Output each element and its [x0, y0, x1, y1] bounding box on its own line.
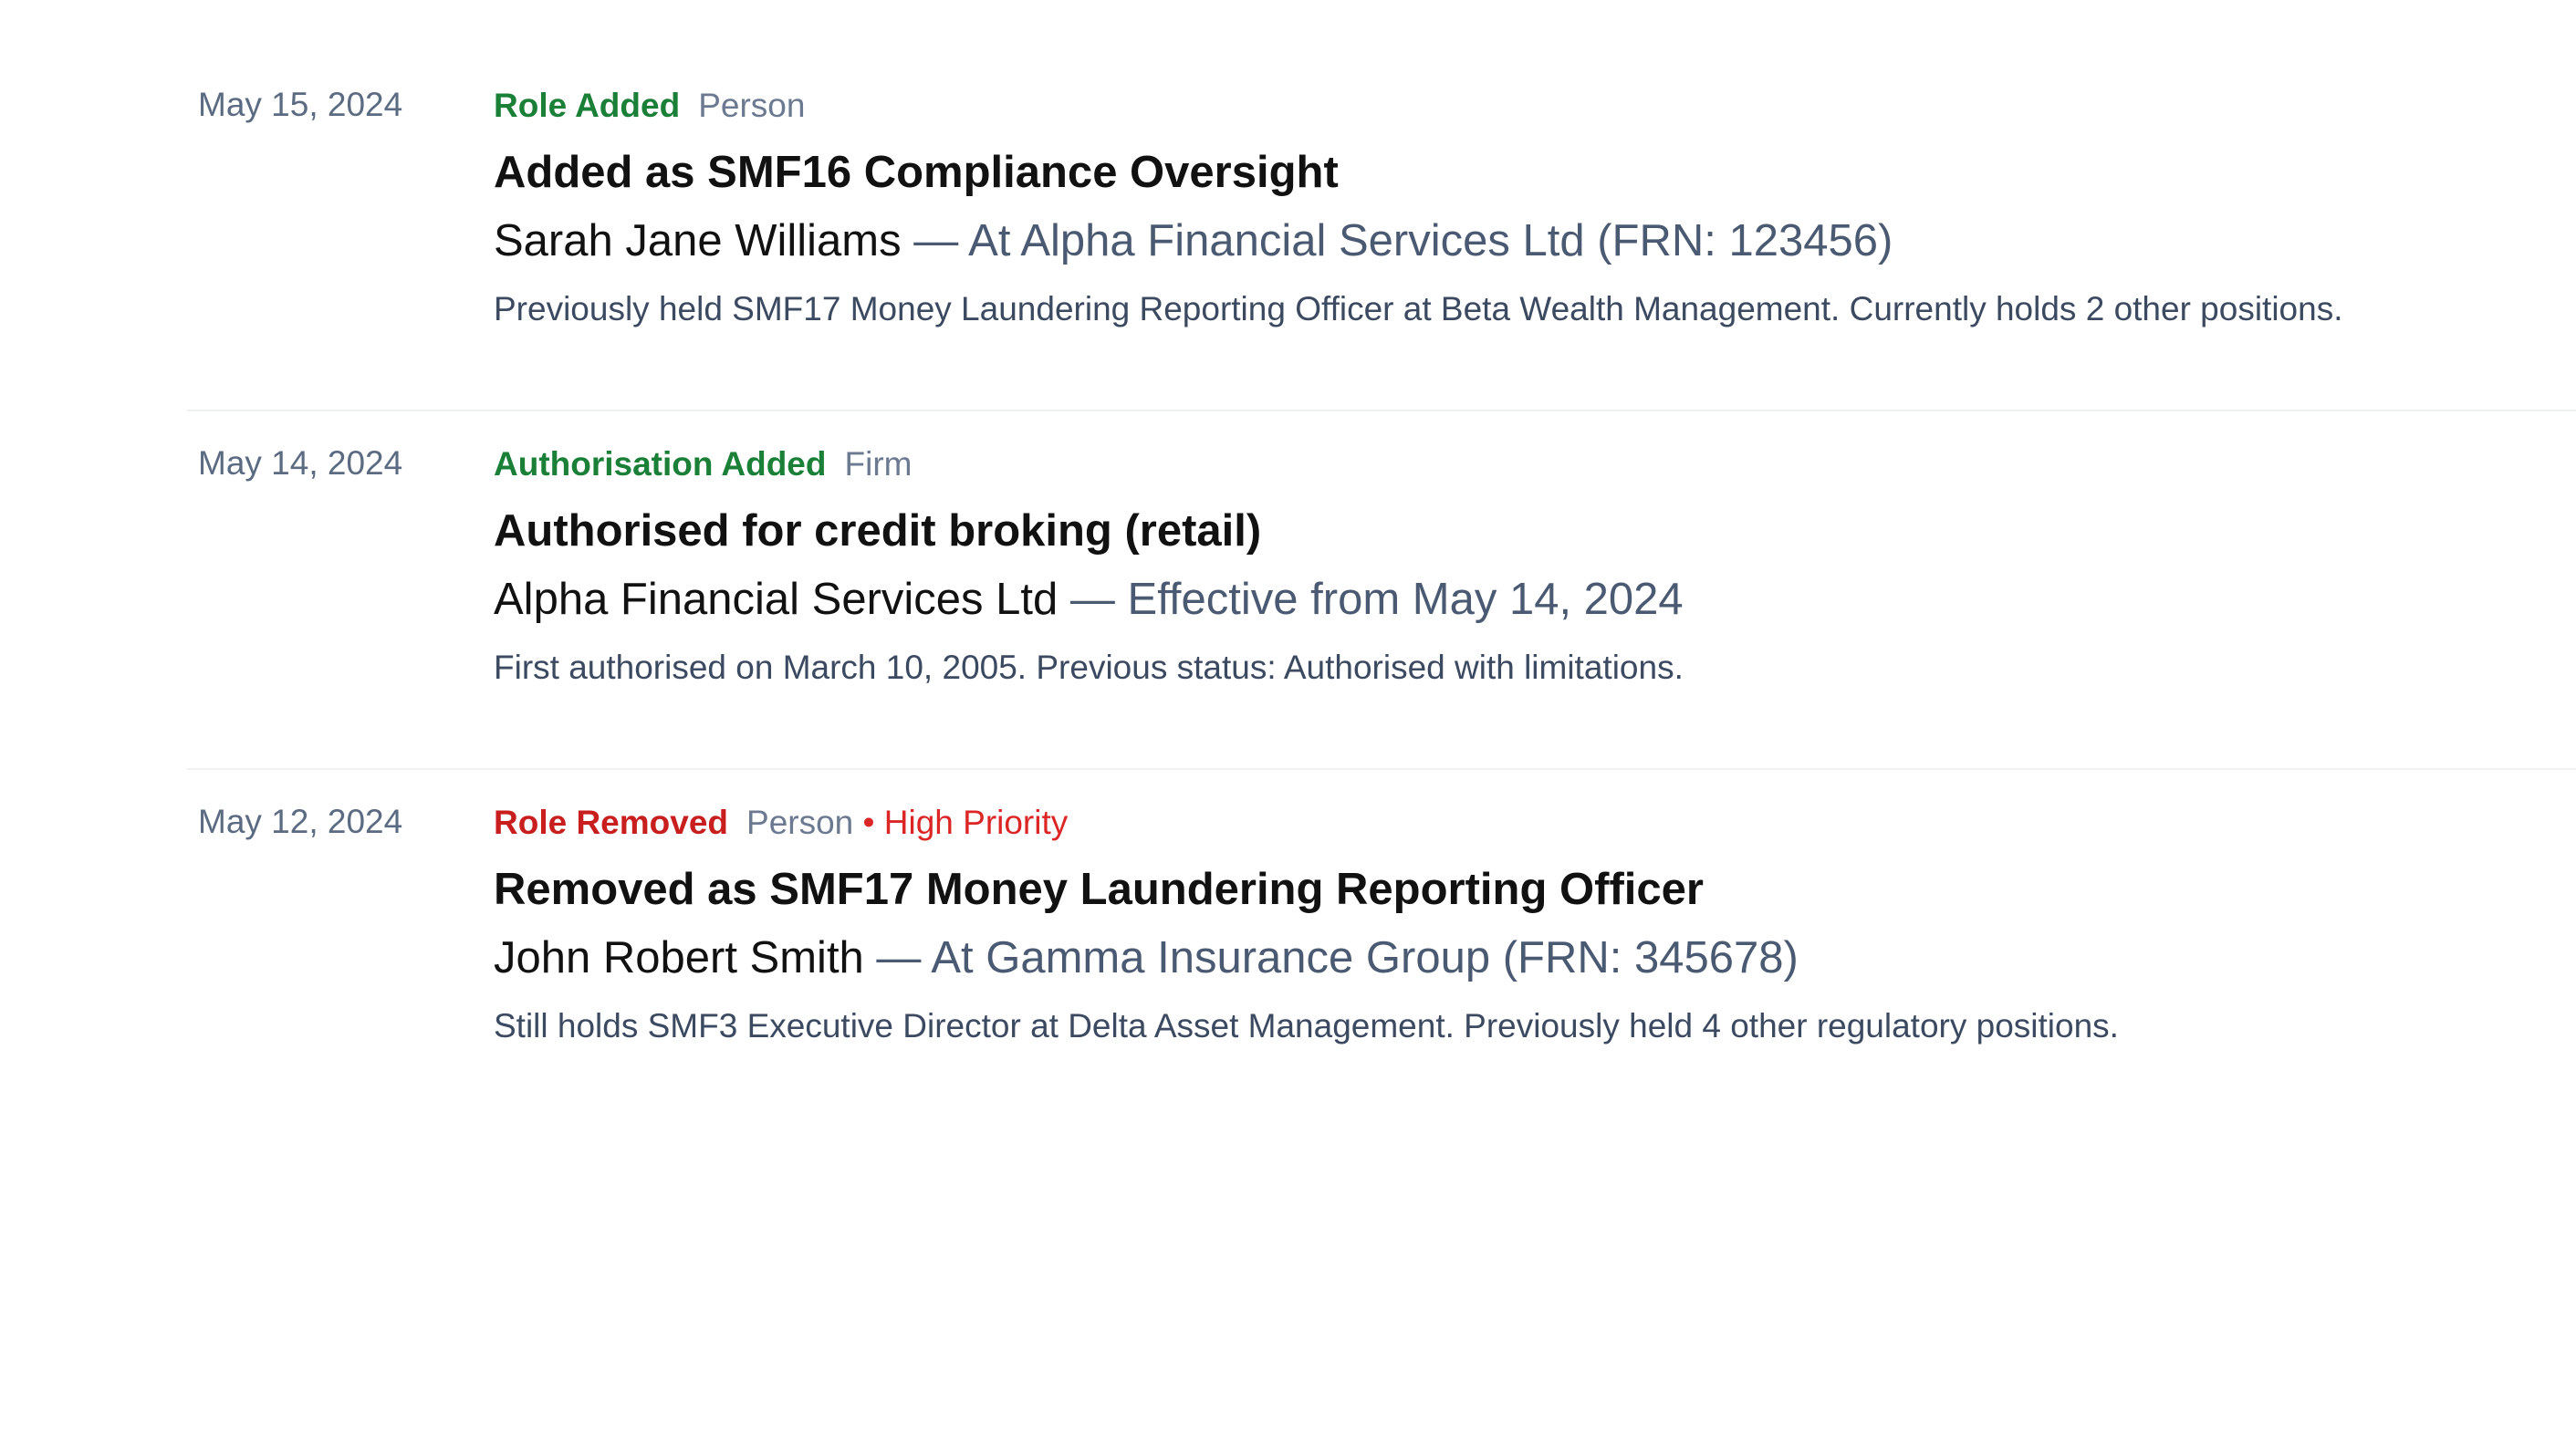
- change-timeline: May 15, 2024 Role Added Person Added as S…: [187, 53, 2576, 1128]
- entry-date: May 14, 2024: [198, 444, 403, 482]
- change-type-label: Authorisation Added: [494, 445, 827, 483]
- entry-title: Authorised for credit broking (retail): [494, 506, 1262, 556]
- timeline-entry[interactable]: May 14, 2024 Authorisation Added Firm Aut…: [187, 411, 2576, 770]
- subject-detail: — Effective from May 14, 2024: [1058, 575, 1684, 624]
- entry-subject-line: John Robert Smith — At Gamma Insurance G…: [494, 931, 2576, 984]
- subject-name: Alpha Financial Services Ltd: [494, 575, 1059, 624]
- entry-note: First authorised on March 10, 2005. Prev…: [494, 649, 1684, 686]
- subject-name: Sarah Jane Williams: [494, 216, 902, 265]
- entry-meta: Role Added Person: [494, 86, 2576, 126]
- entry-content: Role Added Person Added as SMF16 Complian…: [494, 86, 2576, 330]
- entry-note: Still holds SMF3 Executive Director at D…: [494, 1007, 2119, 1044]
- subject-detail: — At Alpha Financial Services Ltd (FRN: …: [901, 216, 1893, 265]
- timeline-entry[interactable]: May 15, 2024 Role Added Person Added as S…: [187, 53, 2576, 411]
- entry-date: May 12, 2024: [198, 803, 403, 840]
- change-type-label: Role Removed: [494, 804, 729, 841]
- entry-title: Removed as SMF17 Money Laundering Report…: [494, 865, 1704, 914]
- subject-detail: — At Gamma Insurance Group (FRN: 345678): [863, 933, 1799, 982]
- entry-meta: Authorisation Added Firm: [494, 444, 2576, 484]
- entry-content: Role Removed Person • High Priority Remov…: [494, 803, 2576, 1047]
- entry-subject-line: Sarah Jane Williams — At Alpha Financial…: [494, 214, 2576, 267]
- entity-category-label: Person: [746, 804, 854, 841]
- entry-content: Authorisation Added Firm Authorised for c…: [494, 444, 2576, 689]
- entity-category-label: Firm: [844, 445, 913, 483]
- entry-subject-line: Alpha Financial Services Ltd — Effective…: [494, 573, 2576, 626]
- entry-meta: Role Removed Person • High Priority: [494, 803, 2576, 843]
- entry-date: May 15, 2024: [198, 86, 403, 123]
- priority-label: • High Priority: [853, 804, 1069, 841]
- timeline-entry[interactable]: May 12, 2024 Role Removed Person • High P…: [187, 770, 2576, 1128]
- entry-title: Added as SMF16 Compliance Oversight: [494, 148, 1339, 197]
- entity-category-label: Person: [698, 87, 806, 124]
- change-type-label: Role Added: [494, 87, 681, 124]
- subject-name: John Robert Smith: [494, 933, 864, 982]
- entry-note: Previously held SMF17 Money Laundering R…: [494, 290, 2343, 327]
